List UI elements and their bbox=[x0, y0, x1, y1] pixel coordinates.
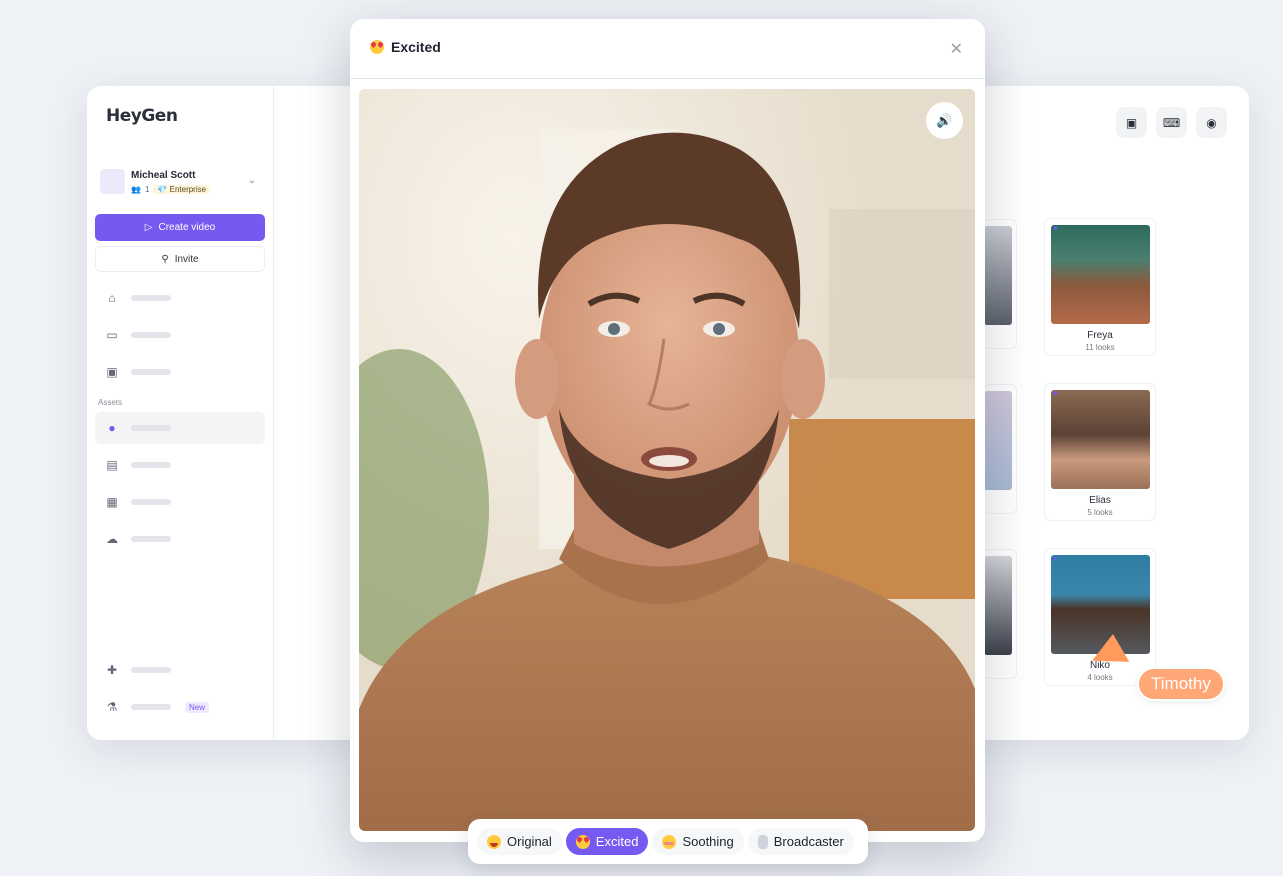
avatar-looks: 5 looks bbox=[1087, 508, 1113, 517]
avatar-photo bbox=[984, 226, 1012, 325]
toolbar: ▣ ⌨ ◉ bbox=[1116, 107, 1227, 138]
modal-title: Excited bbox=[370, 39, 441, 55]
emotion-pill-broadcaster[interactable]: Broadcaster bbox=[747, 828, 854, 855]
star-struck-emoji-icon bbox=[370, 40, 384, 54]
emotion-label: Excited bbox=[595, 834, 639, 849]
user-name: Micheal Scott bbox=[131, 170, 196, 181]
avatar-photo bbox=[1051, 555, 1150, 654]
create-video-label: Create video bbox=[158, 222, 216, 233]
avatar-icon: ● bbox=[108, 421, 116, 435]
placeholder-bar bbox=[131, 425, 171, 431]
home-icon: ⌂ bbox=[108, 291, 116, 305]
chevron-down-icon: ⌄ bbox=[247, 175, 256, 186]
avatar-card[interactable]: ♥ Freya 11 looks bbox=[1044, 218, 1156, 356]
avatar-photo bbox=[1051, 225, 1150, 324]
avatar-name: Elias bbox=[1089, 495, 1111, 506]
placeholder-bar bbox=[131, 667, 171, 673]
template-icon: ▦ bbox=[106, 495, 118, 509]
sidebar: HeyGen Micheal Scott 👥 1 💎 Enterprise ⌄ … bbox=[87, 86, 274, 740]
avatar-photo bbox=[984, 391, 1012, 490]
modal-header: Excited ✕ bbox=[350, 19, 985, 79]
emotion-label: Soothing bbox=[682, 834, 734, 849]
sidebar-item-videos[interactable]: ▣ bbox=[95, 356, 265, 388]
emotion-pill-excited[interactable]: Excited bbox=[565, 828, 649, 855]
create-video-button[interactable]: ▷ Create video bbox=[95, 214, 265, 241]
emotion-pill-original[interactable]: Original bbox=[477, 828, 562, 855]
new-badge: New bbox=[185, 701, 210, 713]
avatar-preview-modal: Excited ✕ 🔊 bbox=[350, 19, 985, 842]
emotion-selector: Original Excited Soothing Broadcaster bbox=[468, 819, 868, 864]
upload-icon: ☁ bbox=[106, 532, 118, 546]
person-icon: ⚲ bbox=[161, 253, 169, 265]
puzzle-icon: ✚ bbox=[106, 663, 118, 677]
section-label-assets: Assets bbox=[98, 398, 123, 407]
invite-button[interactable]: ⚲ Invite bbox=[95, 246, 265, 272]
relieved-emoji-icon bbox=[662, 834, 677, 849]
sidebar-item-labs[interactable]: ⚗ New bbox=[95, 691, 265, 723]
sidebar-item-uploads[interactable]: ☁ bbox=[95, 523, 265, 555]
plan-badge: 💎 Enterprise bbox=[153, 185, 211, 194]
placeholder-bar bbox=[131, 332, 171, 338]
voice-icon: ▤ bbox=[106, 458, 118, 472]
sidebar-item-home[interactable]: ⌂ bbox=[95, 282, 265, 314]
placeholder-bar bbox=[131, 704, 171, 710]
invite-label: Invite bbox=[174, 253, 199, 265]
avatar-name: Freya bbox=[1087, 330, 1113, 341]
plan-label: Enterprise bbox=[169, 185, 207, 194]
placeholder-bar bbox=[131, 295, 171, 301]
avatar bbox=[100, 169, 125, 194]
volume-icon[interactable]: 🔊 bbox=[926, 102, 963, 139]
avatar-photo bbox=[984, 556, 1012, 655]
avatar-video[interactable]: 🔊 bbox=[359, 89, 975, 831]
heart-icon[interactable]: ♥ bbox=[1053, 389, 1058, 398]
emotion-label: Original bbox=[507, 834, 552, 849]
sidebar-item-avatars[interactable]: ● bbox=[95, 412, 265, 444]
logo: HeyGen bbox=[106, 106, 178, 126]
emotion-label: Broadcaster bbox=[773, 834, 844, 849]
members-icon: 👥 bbox=[131, 185, 141, 194]
lab-icon: ⚗ bbox=[106, 700, 118, 714]
microphone-emoji-icon bbox=[757, 834, 768, 849]
emotion-pill-soothing[interactable]: Soothing bbox=[652, 828, 744, 855]
sidebar-item-templates[interactable]: ▦ bbox=[95, 486, 265, 518]
star-struck-emoji-icon bbox=[575, 834, 590, 849]
video-icon[interactable]: ▣ bbox=[1116, 107, 1147, 138]
placeholder-bar bbox=[131, 499, 171, 505]
heart-icon[interactable]: ♥ bbox=[1053, 224, 1058, 233]
collaborator-cursor-label: Timothy bbox=[1137, 667, 1225, 701]
translate-icon[interactable]: ⌨ bbox=[1156, 107, 1187, 138]
modal-title-text: Excited bbox=[391, 39, 441, 55]
avatar-card[interactable]: ♥ Elias 5 looks bbox=[1044, 383, 1156, 521]
presenter-image bbox=[359, 89, 975, 831]
avatar-card-partial[interactable] bbox=[983, 384, 1017, 514]
sidebar-item-integrations[interactable]: ✚ bbox=[95, 654, 265, 686]
account-switcher[interactable]: Micheal Scott 👥 1 💎 Enterprise ⌄ bbox=[100, 169, 260, 197]
grin-emoji-icon bbox=[487, 834, 501, 849]
video-icon: ▣ bbox=[106, 365, 118, 379]
avatar-looks: 11 looks bbox=[1085, 343, 1115, 352]
close-icon[interactable]: ✕ bbox=[950, 39, 963, 59]
sidebar-item-projects[interactable]: ▭ bbox=[95, 319, 265, 351]
placeholder-bar bbox=[131, 462, 171, 468]
avatar-photo bbox=[1051, 390, 1150, 489]
placeholder-bar bbox=[131, 369, 171, 375]
heart-icon[interactable]: ♥ bbox=[1053, 554, 1058, 563]
sidebar-item-voices[interactable]: ▤ bbox=[95, 449, 265, 481]
avatar-card-partial[interactable] bbox=[983, 549, 1017, 679]
avatar-icon[interactable]: ◉ bbox=[1196, 107, 1227, 138]
play-icon: ▷ bbox=[144, 222, 153, 233]
placeholder-bar bbox=[131, 536, 171, 542]
member-count: 1 bbox=[144, 185, 150, 194]
folder-icon: ▭ bbox=[106, 328, 118, 342]
user-meta: 👥 1 💎 Enterprise bbox=[131, 185, 211, 194]
avatar-card-partial[interactable] bbox=[983, 219, 1017, 349]
